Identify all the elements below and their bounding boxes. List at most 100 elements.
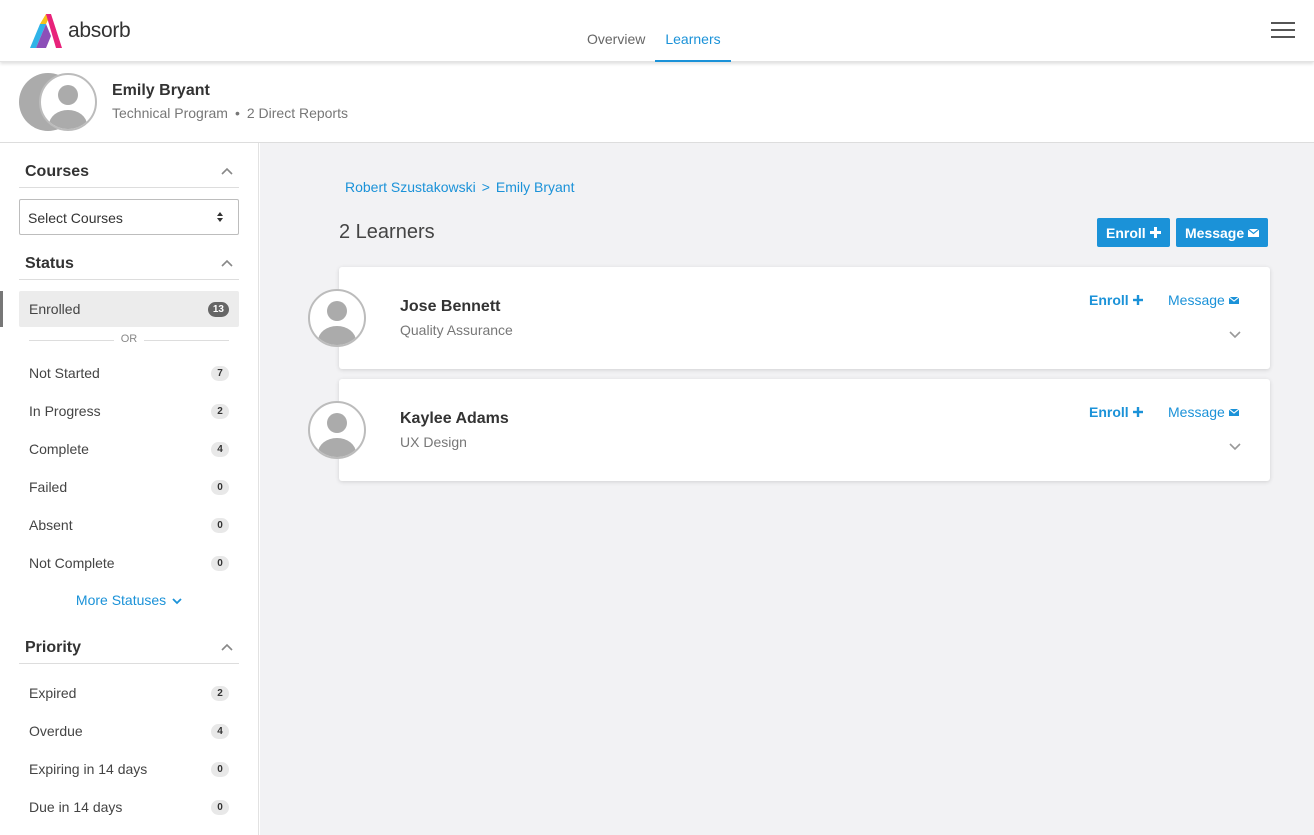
enroll-button-label: Enroll [1106, 224, 1146, 241]
learner-name[interactable]: Jose Bennett [400, 298, 500, 316]
learner-department: Quality Assurance [400, 322, 513, 338]
breadcrumb-item[interactable]: Emily Bryant [496, 179, 575, 195]
status-item-absent[interactable]: Absent 0 [19, 508, 239, 542]
priority-item-overdue[interactable]: Overdue 4 [19, 714, 239, 748]
priority-section-header[interactable]: Priority [19, 631, 239, 664]
chevron-up-icon[interactable] [221, 643, 233, 651]
priority-item-label: Expiring in 14 days [29, 761, 148, 777]
status-item-enrolled[interactable]: Enrolled 13 [19, 291, 239, 327]
plus-icon [1132, 295, 1143, 305]
profile-program: Technical Program [112, 105, 228, 121]
tab-learners[interactable]: Learners [655, 0, 731, 62]
status-count-badge: 0 [211, 556, 229, 571]
priority-item-label: Overdue [29, 723, 83, 739]
enroll-all-button[interactable]: Enroll [1097, 218, 1170, 247]
status-item-complete[interactable]: Complete 4 [19, 432, 239, 466]
learner-card[interactable]: Jose Bennett Quality Assurance Enroll Me… [308, 267, 1270, 369]
status-item-label: Absent [29, 517, 73, 533]
envelope-icon [1228, 296, 1239, 304]
status-count-badge: 7 [211, 366, 229, 381]
status-count-badge: 0 [211, 480, 229, 495]
plus-icon [1132, 407, 1143, 417]
message-all-button[interactable]: Message [1176, 218, 1269, 247]
main-tabs: Overview Learners [577, 0, 731, 62]
courses-section-header[interactable]: Courses [19, 155, 239, 188]
profile-name: Emily Bryant [112, 82, 210, 99]
priority-item-label: Expired [29, 685, 77, 701]
status-item-not-complete[interactable]: Not Complete 0 [19, 546, 239, 580]
enroll-link-label: Enroll [1089, 404, 1129, 420]
learner-message-link[interactable]: Message [1168, 292, 1239, 308]
sort-arrows-icon [217, 212, 223, 222]
learner-department: UX Design [400, 434, 467, 450]
learner-enroll-link[interactable]: Enroll [1089, 404, 1143, 420]
absorb-logo[interactable]: absorb [30, 14, 131, 48]
plus-icon [1149, 227, 1161, 238]
priority-item-due[interactable]: Due in 14 days 0 [19, 790, 239, 824]
chevron-up-icon[interactable] [221, 259, 233, 267]
learner-name[interactable]: Kaylee Adams [400, 410, 509, 428]
breadcrumb-item[interactable]: Robert Szustakowski [345, 179, 476, 195]
status-item-failed[interactable]: Failed 0 [19, 470, 239, 504]
tab-overview[interactable]: Overview [577, 0, 655, 62]
chevron-down-icon [172, 598, 182, 605]
learner-card[interactable]: Kaylee Adams UX Design Enroll Message [308, 379, 1270, 481]
status-item-not-started[interactable]: Not Started 7 [19, 356, 239, 390]
profile-subtitle: Technical Program • 2 Direct Reports [112, 105, 348, 121]
menu-icon[interactable] [1271, 22, 1295, 38]
message-link-label: Message [1168, 292, 1225, 308]
logo-text: absorb [68, 19, 131, 42]
status-title: Status [25, 255, 74, 272]
priority-count-badge: 4 [211, 724, 229, 739]
separator-dot: • [234, 105, 240, 121]
envelope-icon [1228, 408, 1239, 416]
chevron-down-icon[interactable] [1229, 443, 1241, 451]
priority-count-badge: 2 [211, 686, 229, 701]
status-item-label: Failed [29, 479, 68, 495]
breadcrumb: Robert Szustakowski > Emily Bryant [345, 179, 574, 195]
enroll-link-label: Enroll [1089, 292, 1129, 308]
envelope-icon [1248, 228, 1260, 237]
main-content: Robert Szustakowski > Emily Bryant 2 Learn… [260, 143, 1314, 835]
priority-count-badge: 0 [211, 762, 229, 777]
breadcrumb-separator: > [481, 179, 490, 195]
more-statuses-label: More Statuses [75, 592, 167, 608]
status-item-label: In Progress [29, 403, 101, 419]
user-avatar-icon [39, 73, 97, 131]
message-button-label: Message [1185, 224, 1245, 241]
status-item-label: Complete [29, 441, 89, 457]
learner-enroll-link[interactable]: Enroll [1089, 292, 1143, 308]
learners-count-title: 2 Learners [339, 221, 435, 243]
absorb-logo-icon [30, 14, 62, 48]
status-item-label: Not Complete [29, 555, 115, 571]
status-item-in-progress[interactable]: In Progress 2 [19, 394, 239, 428]
or-text: OR [120, 333, 138, 345]
selected-indicator [0, 291, 3, 327]
status-section-header[interactable]: Status [19, 247, 239, 280]
user-avatar-icon [308, 289, 366, 347]
priority-item-expiring[interactable]: Expiring in 14 days 0 [19, 752, 239, 786]
learner-message-link[interactable]: Message [1168, 404, 1239, 420]
courses-title: Courses [25, 163, 90, 180]
courses-select[interactable]: Select Courses [19, 199, 239, 235]
priority-item-label: Due in 14 days [29, 799, 123, 815]
status-count-badge: 0 [211, 518, 229, 533]
status-item-label: Not Started [29, 365, 100, 381]
priority-count-badge: 0 [211, 800, 229, 815]
priority-title: Priority [25, 639, 82, 656]
profile-header: Emily Bryant Technical Program • 2 Direct … [0, 63, 1314, 143]
profile-reports: 2 Direct Reports [246, 105, 348, 121]
chevron-up-icon[interactable] [221, 167, 233, 175]
top-navigation-bar: absorb Overview Learners [0, 0, 1314, 62]
filter-sidebar: Courses Select Courses Status Enrolled 1… [0, 143, 259, 835]
courses-select-value: Select Courses [28, 210, 123, 226]
chevron-down-icon[interactable] [1229, 331, 1241, 339]
avatar [19, 73, 99, 131]
status-count-badge: 4 [211, 442, 229, 457]
status-count-badge: 2 [211, 404, 229, 419]
status-item-label: Enrolled [29, 301, 81, 317]
or-divider: OR [29, 333, 229, 347]
status-count-badge: 13 [207, 302, 229, 317]
priority-item-expired[interactable]: Expired 2 [19, 676, 239, 710]
more-statuses-link[interactable]: More Statuses [19, 592, 239, 608]
